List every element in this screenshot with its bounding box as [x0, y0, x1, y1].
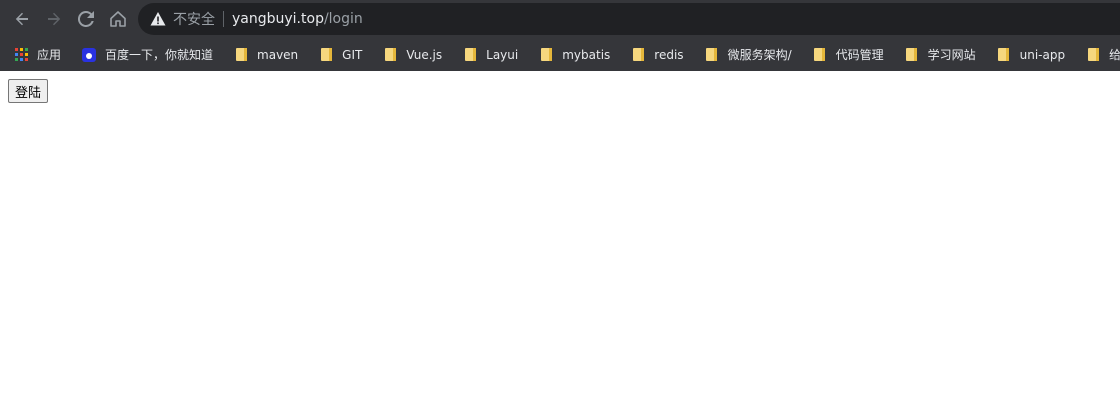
omnibox-divider — [223, 11, 224, 27]
bookmark-table-inject[interactable]: 给表格注入一 — [1085, 42, 1120, 68]
bookmark-label: redis — [654, 47, 684, 62]
folder-icon — [812, 47, 828, 63]
folder-icon — [996, 47, 1012, 63]
browser-toolbar: 不安全 yangbuyi.top/login — [0, 0, 1120, 38]
bookmark-maven[interactable]: maven — [233, 42, 303, 68]
folder-icon — [538, 47, 554, 63]
bookmark-mybatis[interactable]: mybatis — [538, 42, 615, 68]
folder-icon — [382, 47, 398, 63]
security-status-label[interactable]: 不安全 — [173, 9, 215, 29]
bookmark-label: Vue.js — [406, 47, 443, 62]
bookmark-baidu[interactable]: 百度一下，你就知道 — [81, 42, 218, 68]
reload-button[interactable] — [70, 3, 102, 35]
warning-icon[interactable] — [150, 11, 166, 27]
folder-icon — [630, 47, 646, 63]
bookmark-vuejs[interactable]: Vue.js — [382, 42, 447, 68]
forward-button[interactable] — [38, 3, 70, 35]
folder-icon — [233, 47, 249, 63]
baidu-icon — [81, 47, 97, 63]
bookmark-apps[interactable]: 应用 — [13, 42, 66, 68]
bookmark-layui[interactable]: Layui — [462, 42, 523, 68]
back-arrow-icon — [15, 12, 28, 26]
bookmark-label: Layui — [486, 47, 519, 62]
forward-arrow-icon — [48, 12, 61, 26]
bookmark-label: GIT — [342, 47, 363, 62]
bookmark-label: 百度一下，你就知道 — [105, 48, 214, 62]
bookmark-redis[interactable]: redis — [630, 42, 688, 68]
apps-icon — [13, 47, 29, 63]
bookmark-code-management[interactable]: 代码管理 — [812, 42, 889, 68]
login-button[interactable]: 登陆 — [8, 79, 49, 103]
bookmark-microservices[interactable]: 微服务架构/ — [704, 42, 797, 68]
back-button[interactable] — [6, 3, 38, 35]
folder-icon — [704, 47, 720, 63]
bookmark-label: 应用 — [37, 48, 62, 62]
bookmark-uni-app[interactable]: uni-app — [996, 42, 1070, 68]
bookmark-git[interactable]: GIT — [318, 42, 367, 68]
bookmark-learning-sites[interactable]: 学习网站 — [904, 42, 981, 68]
bookmark-label: uni-app — [1019, 47, 1066, 62]
browser-chrome: 不安全 yangbuyi.top/login 应用 百度一下，你就知道 mave… — [0, 0, 1120, 71]
bookmark-label: 学习网站 — [927, 48, 976, 62]
folder-icon — [318, 47, 334, 63]
home-icon — [110, 11, 126, 27]
page-content: 登陆 — [0, 71, 1120, 111]
bookmark-label: maven — [257, 47, 299, 62]
bookmarks-bar: 应用 百度一下，你就知道 maven GIT Vue.js Layui myba… — [0, 38, 1120, 71]
folder-icon — [462, 47, 478, 63]
reload-icon — [78, 11, 94, 27]
folder-icon — [904, 47, 920, 63]
bookmark-label: 微服务架构/ — [727, 48, 792, 62]
address-bar[interactable]: 不安全 yangbuyi.top/login — [138, 3, 1120, 35]
url-path[interactable]: /login — [324, 11, 363, 27]
folder-icon — [1085, 47, 1101, 63]
home-button[interactable] — [102, 3, 134, 35]
bookmark-label: 代码管理 — [835, 48, 884, 62]
bookmark-label: 给表格注入一 — [1109, 48, 1120, 62]
bookmark-label: mybatis — [562, 47, 611, 62]
url-host[interactable]: yangbuyi.top — [232, 11, 324, 27]
